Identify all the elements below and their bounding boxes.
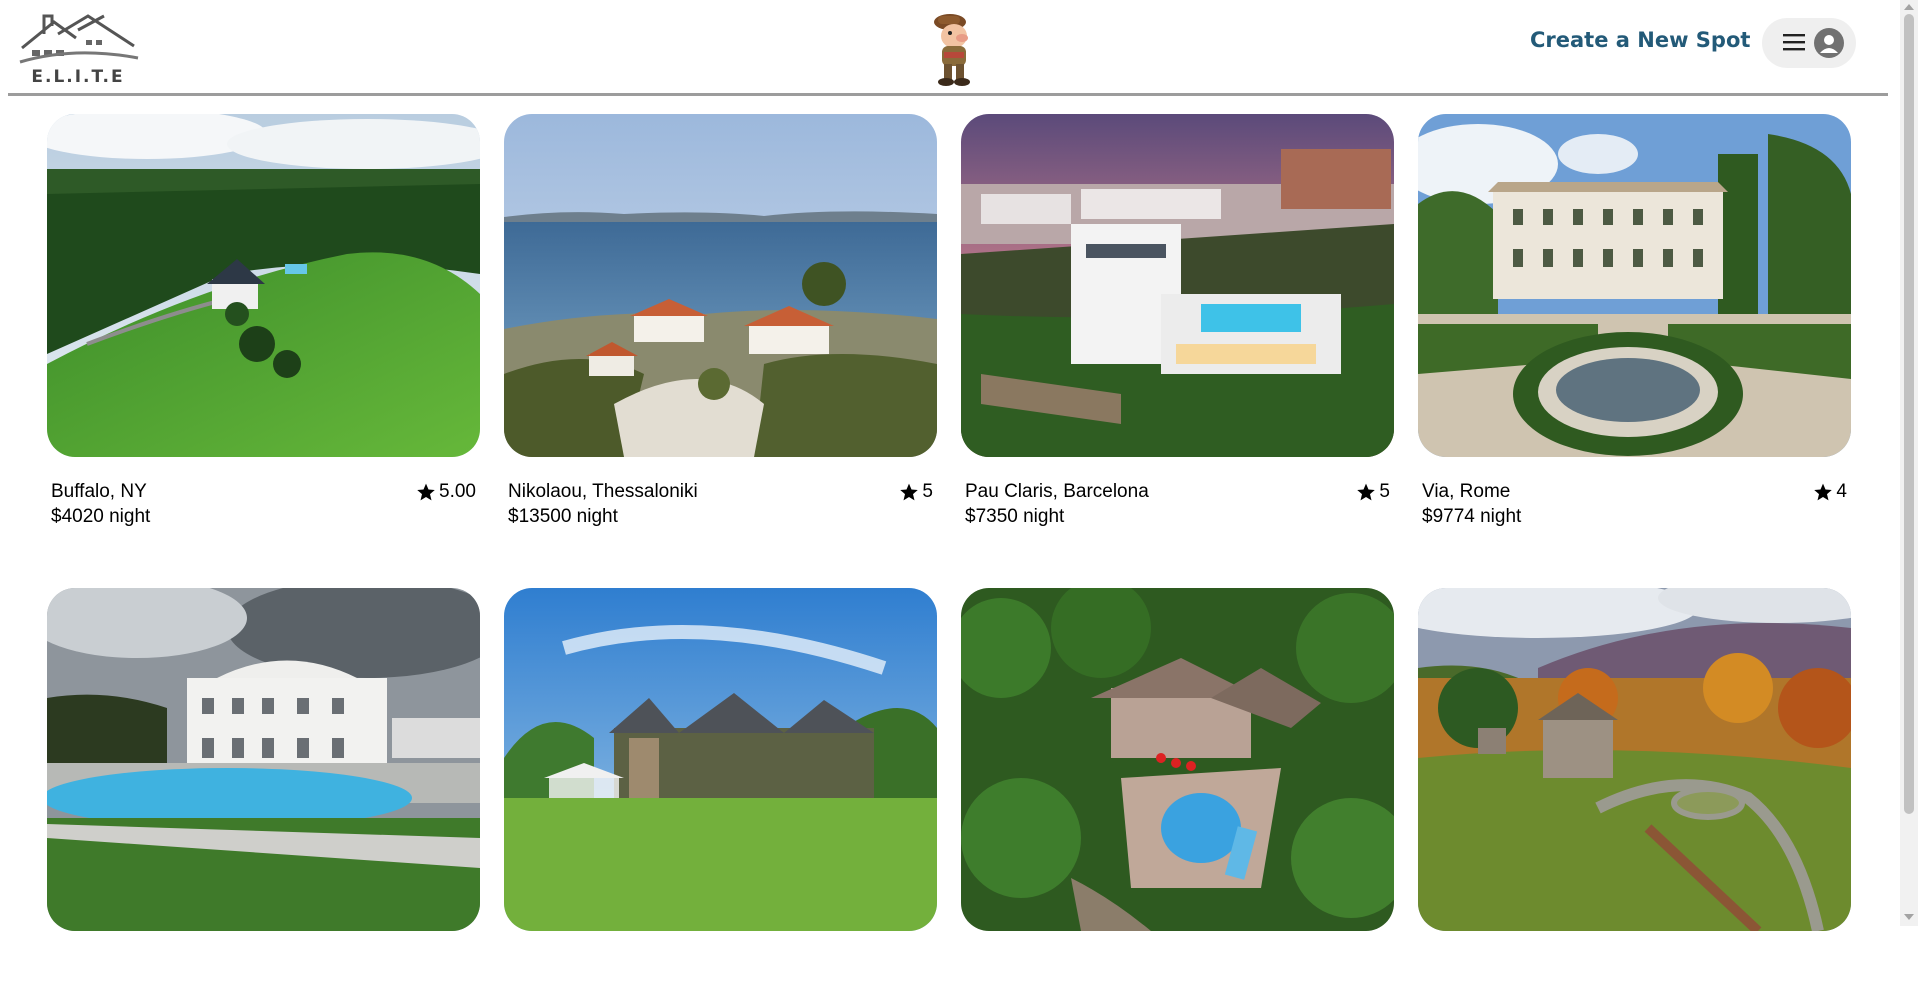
spot-location: Pau Claris, Barcelona [965,481,1149,502]
spot-price: $4020 night [51,506,151,527]
scrollbar-thumb[interactable] [1904,14,1914,814]
vertical-scrollbar[interactable] [1900,0,1918,926]
spot-card[interactable] [961,588,1394,1002]
rating-value: 4 [1836,481,1847,502]
profile-menu-button[interactable] [1762,18,1856,68]
mascot-image [926,8,982,88]
rating-value: 5 [1379,481,1390,502]
header-divider [8,93,1888,96]
spot-rating: 5 [1356,481,1390,503]
spot-rating: 5 [899,481,933,503]
spot-card[interactable]: Nikolaou, Thessaloniki 5 $13500 night [504,114,937,528]
spot-location: Nikolaou, Thessaloniki [508,481,698,502]
spot-image[interactable] [1418,588,1851,931]
star-icon [900,483,919,501]
spot-image[interactable] [504,114,937,457]
spot-card[interactable]: Pau Claris, Barcelona 5 $7350 night [961,114,1394,528]
spot-image[interactable] [961,588,1394,931]
spot-price: $13500 night [508,506,618,527]
spot-card[interactable] [1418,588,1851,1002]
spot-price: $7350 night [965,506,1065,527]
star-icon [417,483,435,501]
spot-location: Via, Rome [1422,481,1511,502]
spot-card[interactable]: Buffalo, NY 5.00 $4020 night [47,114,480,528]
site-logo[interactable]: E.L.I.T.E [14,10,142,87]
spots-grid: Buffalo, NY 5.00 $4020 night Nikolaou, T… [47,114,1852,1002]
page: E.L.I.T.E Create a New Spot Buffalo, NY … [0,0,1900,931]
spot-image[interactable] [961,114,1394,457]
spot-rating: 5.00 [416,481,476,503]
spot-card[interactable] [47,588,480,1002]
spot-card[interactable]: Via, Rome 4 $9774 night [1418,114,1851,528]
star-icon [1357,483,1376,501]
hamburger-menu-icon [1783,34,1805,51]
house-logo-icon: E.L.I.T.E [19,14,139,87]
top-nav: E.L.I.T.E Create a New Spot [0,0,1900,96]
spot-image[interactable] [47,114,480,457]
svg-text:E.L.I.T.E: E.L.I.T.E [31,67,124,84]
scroll-up-arrow-icon[interactable] [1904,4,1914,10]
star-icon [1814,483,1833,501]
spot-rating: 4 [1813,481,1847,503]
spot-card[interactable] [504,588,937,1002]
rating-value: 5 [922,481,933,502]
spot-image[interactable] [504,588,937,931]
spot-price: $9774 night [1422,506,1522,527]
scroll-down-arrow-icon[interactable] [1904,914,1914,920]
spot-image[interactable] [1418,114,1851,457]
user-avatar-icon [1814,28,1844,58]
spot-location: Buffalo, NY [51,481,147,502]
create-new-spot-link[interactable]: Create a New Spot [1530,28,1750,52]
rating-value: 5.00 [439,481,476,502]
spot-image[interactable] [47,588,480,931]
